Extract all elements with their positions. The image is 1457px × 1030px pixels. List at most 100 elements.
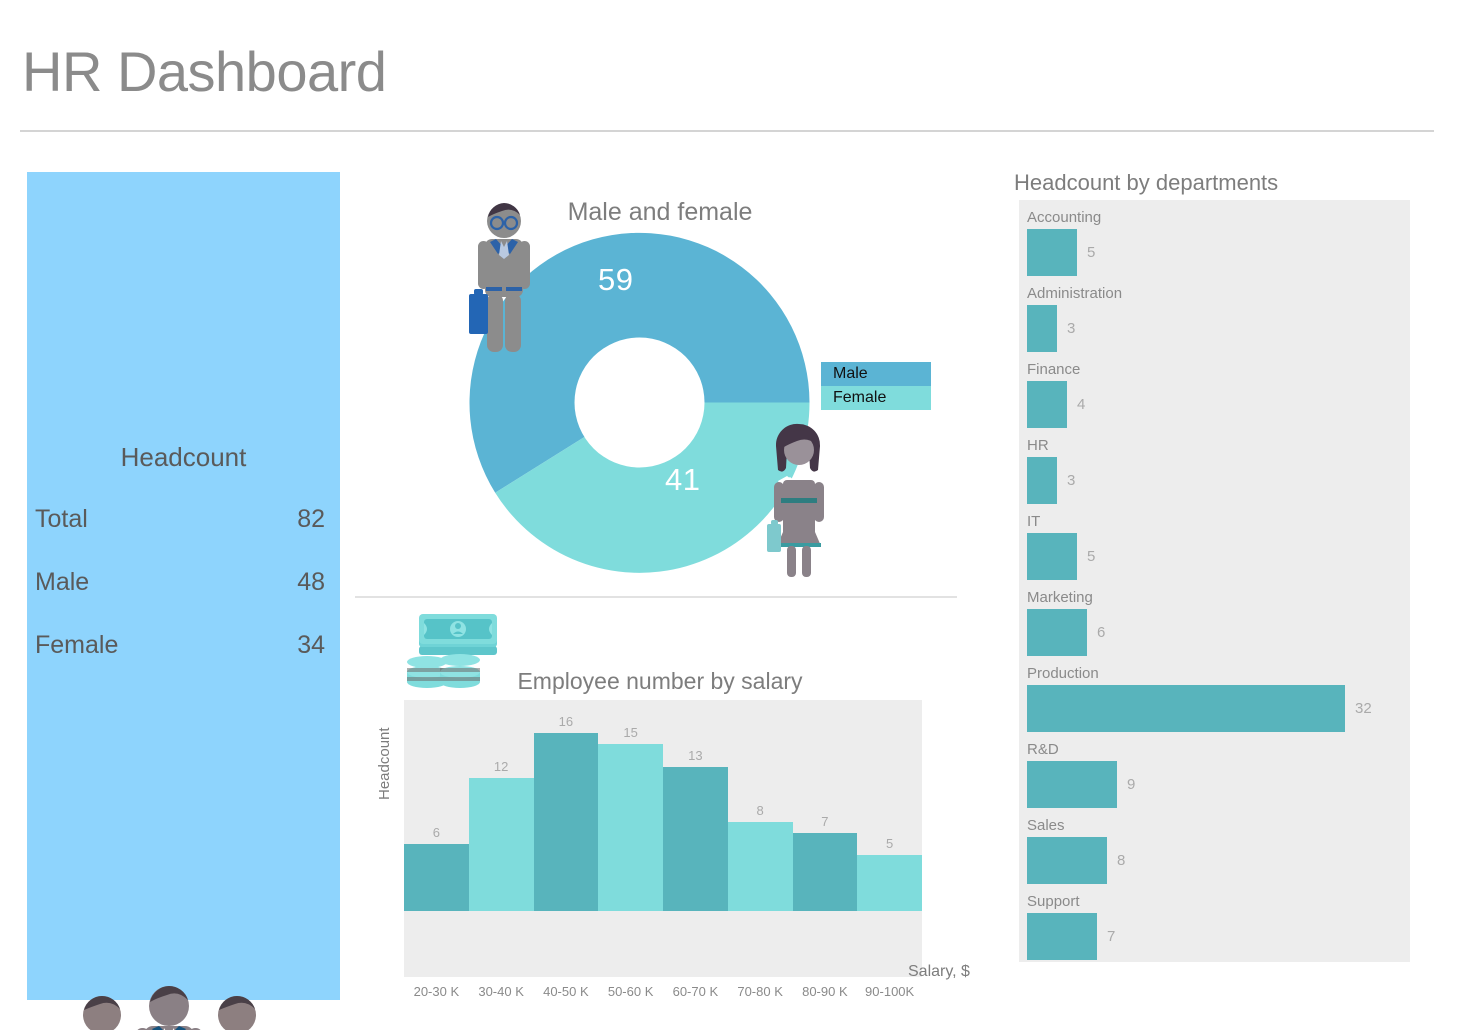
dept-bar-value: 5: [1087, 244, 1096, 261]
salary-x-tick-labels: 20-30 K 30-40 K 40-50 K 50-60 K 60-70 K 70-80…: [404, 984, 922, 999]
hr-dashboard: HR Dashboard Headcount Total 82 Male 48 …: [0, 0, 1457, 1030]
kpi-value-female: 34: [297, 631, 325, 659]
salary-bar-value: 15: [623, 725, 638, 741]
salary-bar[interactable]: [792, 833, 858, 911]
dept-bar[interactable]: [1027, 533, 1077, 580]
dept-name: HR: [1027, 437, 1049, 454]
kpi-row-total: Total 82: [33, 505, 333, 534]
legend-label-female: Female: [833, 389, 887, 406]
legend-item-male[interactable]: Male: [821, 362, 931, 386]
kpi-row-male: Male 48: [33, 568, 333, 597]
dept-bar-value: 9: [1127, 776, 1136, 793]
dept-bar-value: 7: [1107, 928, 1116, 945]
kpi-row-female: Female 34: [33, 631, 333, 660]
dept-bar-wrap: 7: [1027, 913, 1115, 960]
salary-bar-slot: 15: [598, 711, 663, 911]
dept-bar-value: 32: [1355, 700, 1372, 717]
salary-chart-title: Employee number by salary: [517, 668, 803, 694]
dept-bar[interactable]: [1027, 609, 1087, 656]
dept-row: Marketing 6: [1019, 587, 1410, 663]
kpi-label-female: Female: [35, 631, 119, 659]
salary-plot-area: Headcount 6 12 16 15 13 8 7 5: [376, 700, 922, 977]
dept-bar-wrap: 8: [1027, 837, 1125, 884]
salary-bar-slot: 16: [533, 711, 599, 911]
dept-bar[interactable]: [1027, 837, 1107, 884]
salary-bar[interactable]: [533, 733, 599, 911]
dept-bar-wrap: 5: [1027, 229, 1095, 276]
header-divider: [20, 130, 1434, 132]
salary-x-tick: 60-70 K: [672, 984, 719, 999]
dept-row: Administration 3: [1019, 283, 1410, 359]
dept-row: Support 7: [1019, 891, 1410, 967]
dept-bar-wrap: 32: [1027, 685, 1372, 732]
salary-bar[interactable]: [857, 855, 922, 911]
dept-bar-value: 3: [1067, 472, 1076, 489]
headcount-panel-title: Headcount: [120, 442, 247, 472]
salary-x-tick: 70-80 K: [737, 984, 783, 999]
three-businessmen-icon: [83, 986, 256, 1030]
departments-plot-area: Accounting 5 Administration 3 Finance 4 HR 3 IT 5…: [1019, 200, 1410, 962]
salary-bar[interactable]: [727, 822, 793, 911]
dept-row: R&D 9: [1019, 739, 1410, 815]
dept-name: Finance: [1027, 361, 1081, 378]
kpi-value-total: 82: [297, 505, 325, 533]
salary-bar[interactable]: [468, 777, 534, 911]
dept-row: Finance 4: [1019, 359, 1410, 435]
salary-y-axis-label: Headcount: [376, 727, 393, 800]
dept-name: Marketing: [1027, 589, 1093, 606]
salary-bar-slot: 13: [663, 711, 728, 911]
gender-donut-title: Male and female: [567, 198, 753, 226]
businessman-icon: [469, 203, 530, 352]
dept-row: Accounting 5: [1019, 207, 1410, 283]
salary-bar-slot: 7: [792, 711, 858, 911]
salary-x-axis-title: Salary, $: [908, 963, 970, 980]
departments-title: Headcount by departments: [1014, 170, 1279, 195]
salary-bar[interactable]: [663, 766, 728, 911]
dept-name: IT: [1027, 513, 1041, 530]
salary-bar[interactable]: [404, 844, 469, 911]
dept-row: Sales 8: [1019, 815, 1410, 891]
dept-bar[interactable]: [1027, 229, 1077, 276]
dept-bar[interactable]: [1027, 761, 1117, 808]
dept-bar-wrap: 3: [1027, 457, 1075, 504]
salary-x-tick: 80-90 K: [802, 984, 848, 999]
gender-donut-card: Male and female 59 41 Male Female: [355, 180, 965, 590]
salary-x-tick: 90-100K: [865, 984, 915, 999]
salary-x-tick: 40-50 K: [543, 984, 589, 999]
legend-item-female[interactable]: Female: [821, 386, 931, 410]
dept-bar[interactable]: [1027, 305, 1057, 352]
dept-bar-value: 3: [1067, 320, 1076, 337]
kpi-value-male: 48: [297, 568, 325, 596]
salary-bar-value: 12: [493, 758, 509, 774]
salary-bar-value: 8: [756, 803, 764, 819]
dept-bar[interactable]: [1027, 685, 1345, 732]
section-divider: [355, 596, 957, 598]
kpi-label-male: Male: [35, 568, 90, 596]
dept-row: Production 32: [1019, 663, 1410, 739]
dept-bar-wrap: 3: [1027, 305, 1075, 352]
legend-label-male: Male: [833, 365, 868, 382]
dept-name: Sales: [1027, 817, 1065, 834]
salary-x-tick: 30-40 K: [478, 984, 524, 999]
page-title: HR Dashboard: [22, 40, 387, 103]
dept-name: Administration: [1027, 285, 1123, 302]
dept-name: Accounting: [1027, 209, 1102, 226]
gender-legend: Male Female: [821, 362, 931, 410]
dept-bar-value: 6: [1097, 624, 1106, 641]
dept-bar[interactable]: [1027, 457, 1057, 504]
dept-bar[interactable]: [1027, 913, 1097, 960]
dept-name: Support: [1027, 893, 1080, 910]
dept-bar[interactable]: [1027, 381, 1067, 428]
dept-bar-wrap: 6: [1027, 609, 1105, 656]
dept-row: IT 5: [1019, 511, 1410, 587]
salary-bar-value: 5: [886, 836, 894, 852]
salary-bar-slot: 6: [404, 711, 469, 911]
salary-bar-value: 16: [558, 714, 574, 730]
donut-value-female: 41: [665, 462, 701, 497]
salary-bar[interactable]: [598, 744, 663, 911]
businesswoman-icon: [767, 423, 824, 577]
salary-bar-value: 7: [821, 814, 829, 830]
donut-value-male: 59: [598, 262, 634, 297]
headcount-panel: Headcount Total 82 Male 48 Female 34: [27, 172, 340, 1030]
dept-bar-wrap: 5: [1027, 533, 1095, 580]
